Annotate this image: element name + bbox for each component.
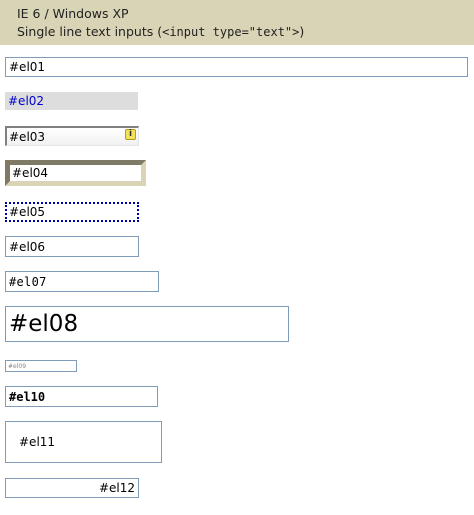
text-input-el08[interactable] — [5, 306, 289, 342]
text-input-el11[interactable] — [5, 421, 162, 463]
page-subtitle: Single line text inputs (<input type="te… — [17, 24, 304, 40]
text-input-el07[interactable] — [5, 271, 159, 292]
text-input-el05[interactable] — [5, 202, 139, 222]
info-icon: i — [125, 129, 136, 140]
text-input-el12[interactable] — [5, 478, 139, 498]
text-input-el02[interactable] — [5, 92, 138, 110]
subtitle-prefix: Single line text inputs ( — [17, 24, 163, 39]
text-input-el10[interactable] — [5, 386, 158, 407]
page-title: IE 6 / Windows XP — [17, 6, 129, 21]
text-input-el06[interactable] — [5, 236, 139, 257]
text-input-el04[interactable] — [5, 160, 146, 186]
text-input-el09[interactable] — [5, 360, 77, 372]
text-input-el03[interactable] — [5, 126, 139, 146]
subtitle-code: <input type="text"> — [162, 25, 300, 39]
page-header: IE 6 / Windows XP Single line text input… — [0, 0, 474, 45]
subtitle-suffix: ) — [299, 24, 305, 39]
text-input-el01[interactable] — [5, 57, 468, 77]
